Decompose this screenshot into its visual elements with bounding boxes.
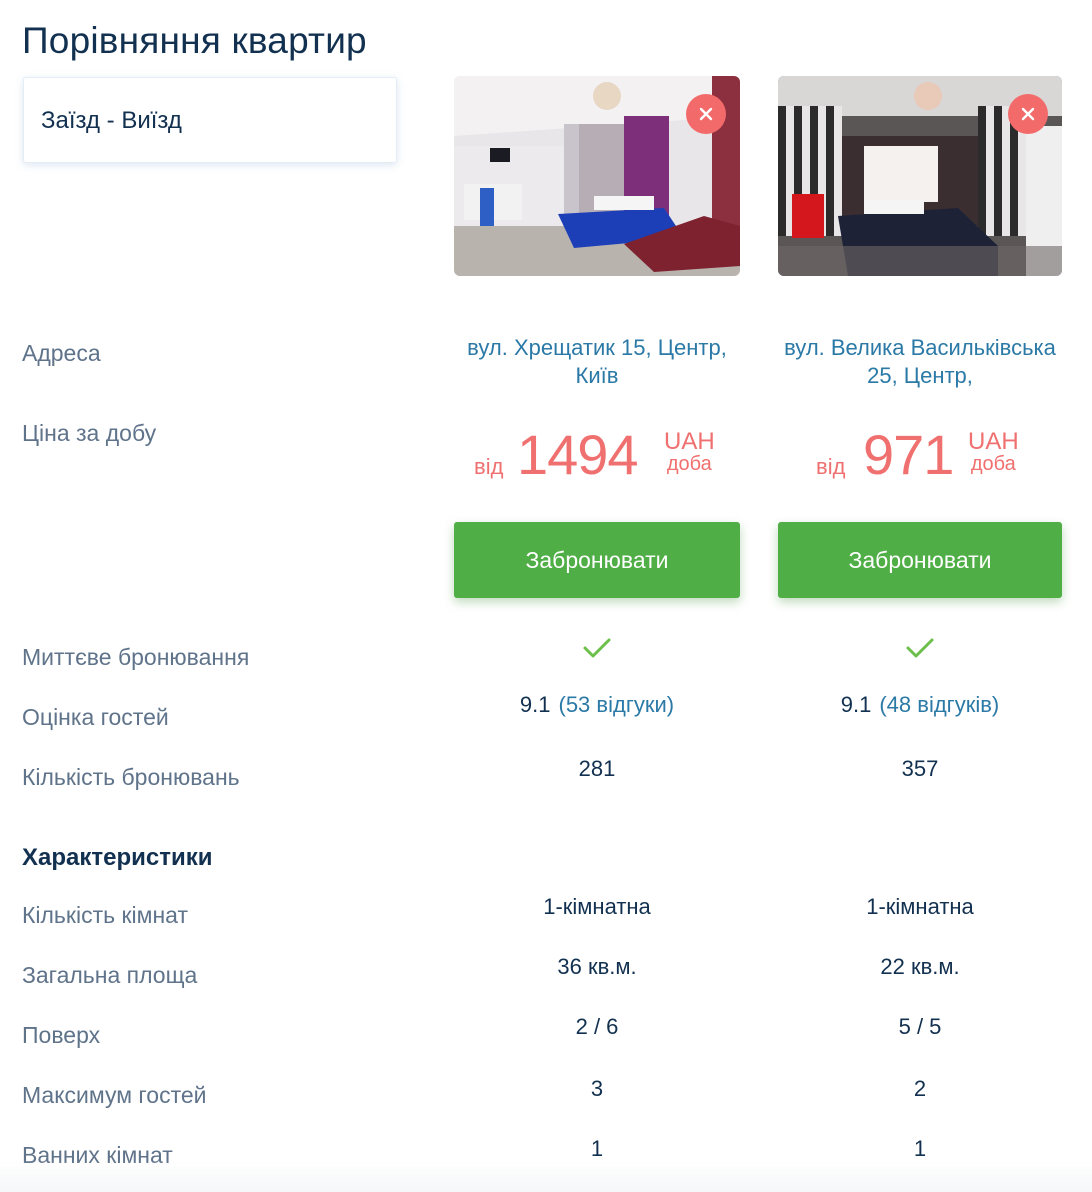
remove-apartment-button[interactable]	[686, 94, 726, 134]
label-max-guests: Максимум гостей	[22, 1082, 207, 1108]
area-value: 22 кв.м.	[880, 954, 960, 979]
max-guests-value: 3	[590, 1076, 604, 1101]
date-range-input[interactable]: Заїзд - Виїзд	[23, 77, 397, 163]
rating-score: 9.1	[840, 692, 872, 717]
bookings-count: 281	[578, 756, 616, 781]
currency-code: UAH	[968, 428, 1019, 455]
label-instant-booking: Миттєве бронювання	[22, 644, 250, 670]
bottom-fade	[0, 1160, 1092, 1192]
label-price: Ціна за добу	[22, 420, 157, 446]
area-value: 36 кв.м.	[557, 954, 637, 979]
bathrooms-value: 1	[590, 1136, 604, 1161]
apartment-address-link[interactable]: вул. Хрещатик 15, Центр, Київ	[454, 334, 740, 390]
price-period: доба	[666, 453, 712, 475]
instant-booking-value	[778, 636, 1062, 665]
section-title-characteristics: Характеристики	[22, 844, 213, 871]
price-currency: UAH доба	[968, 428, 1019, 476]
currency-code: UAH	[664, 428, 715, 455]
check-icon	[906, 638, 934, 658]
rating-value: 9.1 (53 відгуки)	[454, 692, 740, 718]
book-button[interactable]: Забронювати	[778, 522, 1062, 598]
check-icon	[583, 638, 611, 658]
price-from: від	[474, 454, 504, 479]
label-floor: Поверх	[22, 1022, 101, 1048]
apartment-photo[interactable]	[454, 76, 740, 276]
price-amount: 971	[863, 423, 954, 486]
label-address: Адреса	[22, 340, 101, 366]
price-from: від	[816, 454, 846, 479]
page-title: Порівняння квартир	[22, 20, 367, 61]
instant-booking-value	[454, 636, 740, 665]
reviews-link[interactable]: (48 відгуків)	[879, 692, 999, 717]
floor-value: 2 / 6	[575, 1014, 619, 1039]
date-range-placeholder: Заїзд - Виїзд	[41, 107, 182, 134]
apartment-photo[interactable]	[778, 76, 1062, 276]
floor-value: 5 / 5	[898, 1014, 942, 1039]
rooms-value: 1-кімнатна	[866, 894, 974, 919]
label-rating: Оцінка гостей	[22, 704, 169, 730]
label-bookings: Кількість бронювань	[22, 764, 240, 790]
rating-score: 9.1	[519, 692, 551, 717]
price-block: від 1494 UAH доба	[454, 422, 740, 492]
reviews-link[interactable]: (53 відгуки)	[559, 692, 675, 717]
apartment-address-link[interactable]: вул. Велика Васильківська 25, Центр,	[778, 334, 1062, 390]
close-icon	[699, 107, 713, 121]
bookings-count: 357	[901, 756, 939, 781]
price-amount: 1494	[517, 423, 639, 486]
rating-value: 9.1 (48 відгуків)	[778, 692, 1062, 718]
label-rooms: Кількість кімнат	[22, 902, 188, 928]
price-currency: UAH доба	[664, 428, 715, 476]
max-guests-value: 2	[913, 1076, 927, 1101]
price-block: від 971 UAH доба	[778, 422, 1062, 492]
rooms-value: 1-кімнатна	[543, 894, 651, 919]
bathrooms-value: 1	[913, 1136, 927, 1161]
book-button[interactable]: Забронювати	[454, 522, 740, 598]
price-period: доба	[970, 453, 1016, 475]
close-icon	[1021, 107, 1035, 121]
remove-apartment-button[interactable]	[1008, 94, 1048, 134]
label-area: Загальна площа	[22, 962, 198, 988]
